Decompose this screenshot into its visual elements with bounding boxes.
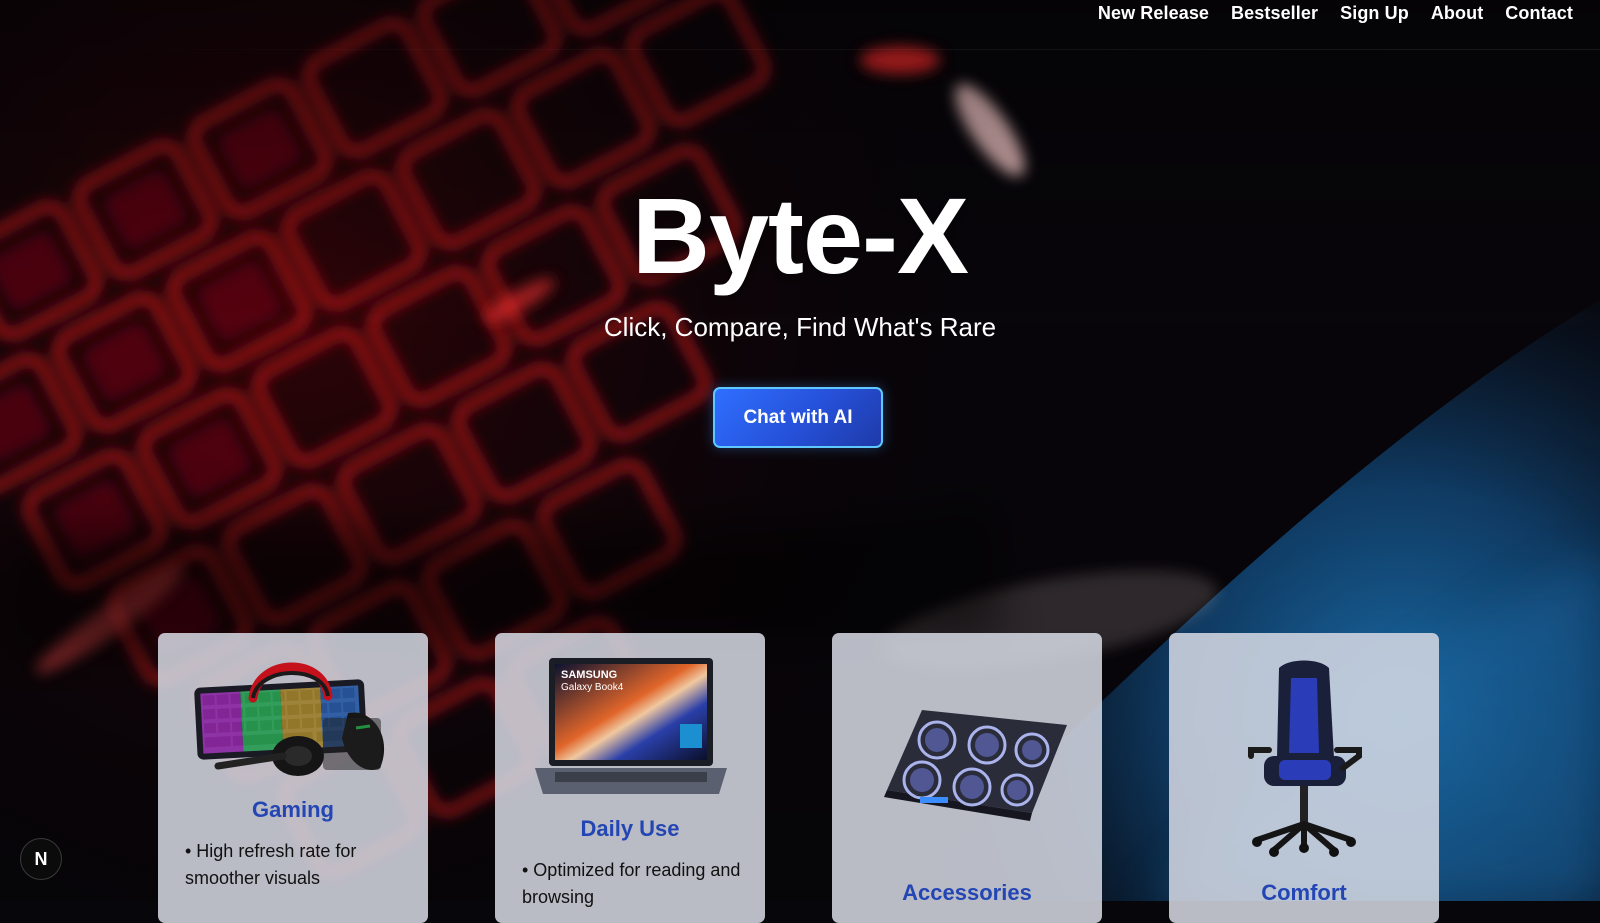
nav-bestseller[interactable]: Bestseller [1231,3,1318,24]
gaming-chair-image [1169,658,1439,858]
card-description: • High refresh rate for smoother visuals [185,841,357,888]
card-title: Comfort [1261,880,1347,905]
laptop-model: Galaxy Book4 [561,682,624,693]
category-card-accessories[interactable]: Accessories [832,633,1102,923]
laptop-image: SAMSUNG Galaxy Book4 [495,658,765,798]
hero-tagline: Click, Compare, Find What's Rare [603,312,997,342]
category-card-gaming[interactable]: Gaming • High refresh rate for smoother … [158,633,428,923]
top-navigation: New Release Bestseller Sign Up About Con… [0,0,1600,50]
card-description: • Optimized for reading and browsing [522,860,741,907]
card-title: Daily Use [580,816,680,841]
nav-sign-up[interactable]: Sign Up [1340,3,1409,24]
nav-about[interactable]: About [1431,3,1483,24]
card-title: Accessories [902,880,1032,905]
category-card-daily-use[interactable]: SAMSUNG Galaxy Book4 Daily Use • Optimiz… [495,633,765,923]
n-badge-button[interactable]: N [20,838,62,880]
nav-divider [0,49,1600,50]
gaming-keyboard-mouse-headset-image [158,658,428,778]
category-card-comfort[interactable]: Comfort [1169,633,1439,923]
laptop-brand: SAMSUNG [561,669,617,681]
laptop-cooling-pad-image [832,695,1102,825]
nav-contact[interactable]: Contact [1505,3,1573,24]
card-title: Gaming [252,797,334,822]
chat-with-ai-button[interactable]: Chat with AI [713,387,883,448]
hero-title: Byte-X [631,175,969,296]
nav-new-release[interactable]: New Release [1098,3,1209,24]
